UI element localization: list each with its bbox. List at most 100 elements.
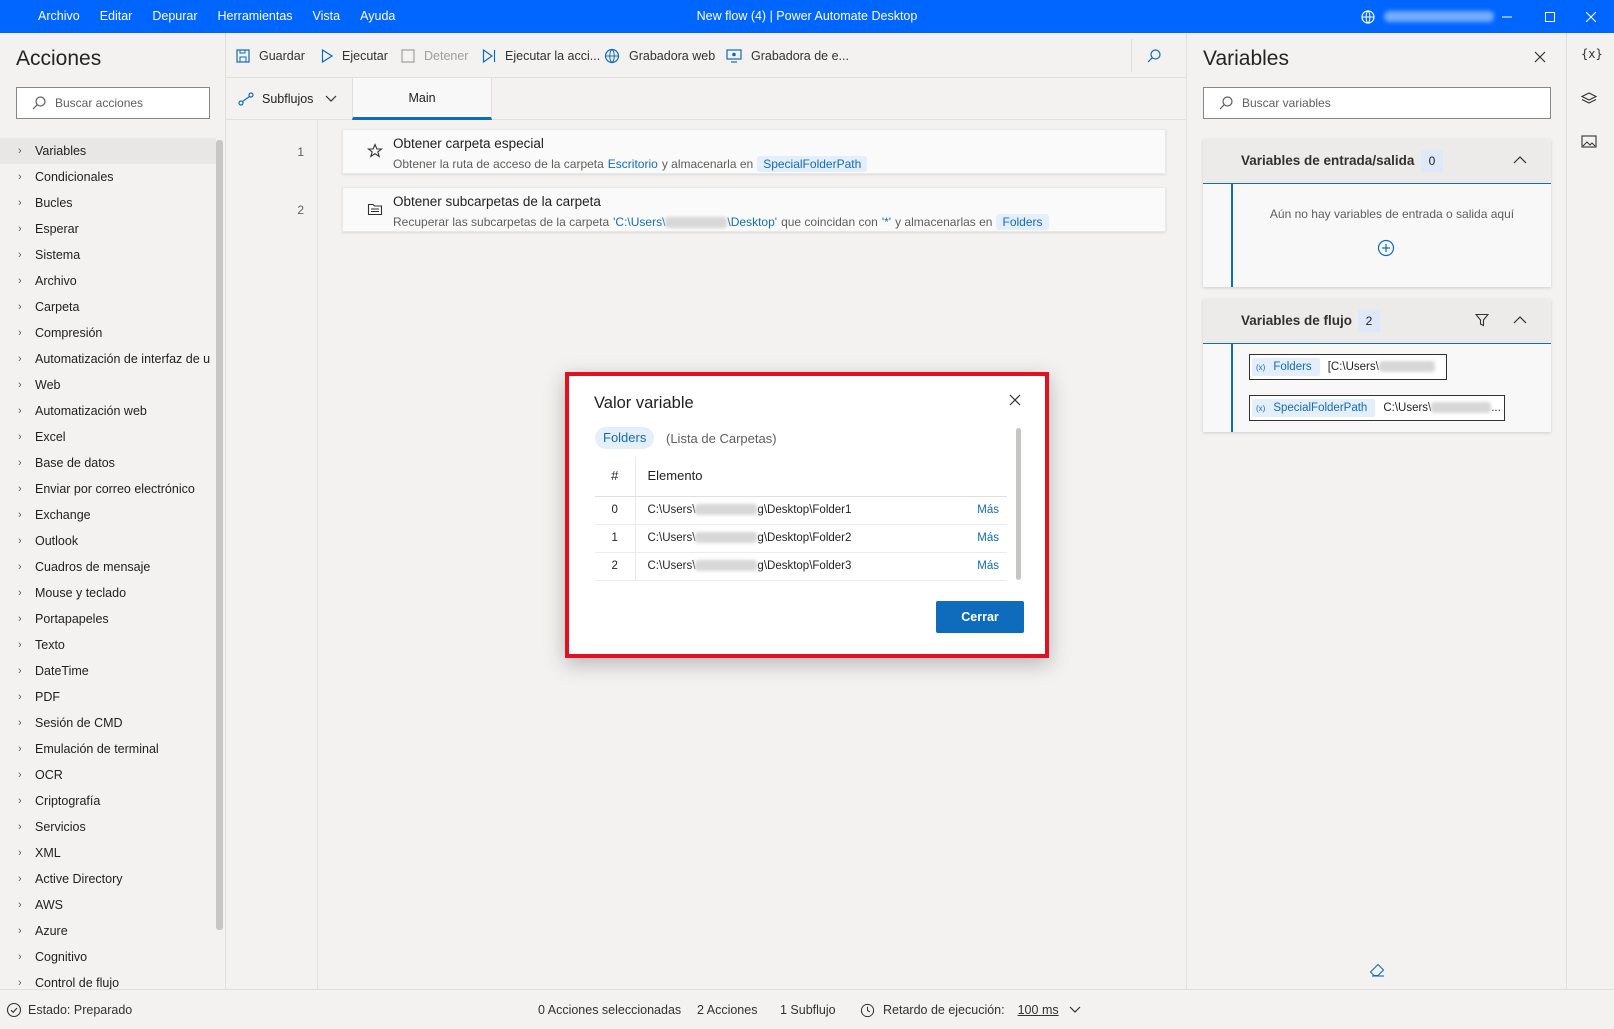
- row-more-link[interactable]: Más: [957, 496, 1007, 525]
- action-group-compresion[interactable]: › Compresión: [0, 320, 216, 346]
- action-group-aws[interactable]: › AWS: [0, 892, 216, 918]
- save-label: Guardar: [259, 48, 305, 63]
- add-circle-icon[interactable]: [1377, 239, 1395, 257]
- action-group-excel[interactable]: › Excel: [0, 424, 216, 450]
- chevron-up-icon[interactable]: [1513, 156, 1527, 164]
- delay-value[interactable]: 100 ms: [1018, 1003, 1059, 1017]
- action-group-active-directory[interactable]: › Active Directory: [0, 866, 216, 892]
- close-icon: [1586, 11, 1596, 22]
- menu-editar[interactable]: Editar: [95, 0, 138, 33]
- chevron-right-icon: ›: [18, 457, 22, 469]
- menu-archivo[interactable]: Archivo: [33, 0, 85, 33]
- action-group-services[interactable]: › Servicios: [0, 814, 216, 840]
- menu-depurar[interactable]: Depurar: [147, 0, 202, 33]
- action-group-variables[interactable]: › Variables: [0, 138, 216, 164]
- status-selected: 0 Acciones seleccionadas: [538, 1003, 682, 1017]
- close-icon[interactable]: [1009, 394, 1021, 406]
- step-text: Recuperar las subcarpetas de la carpeta: [393, 215, 610, 229]
- close-button[interactable]: Cerrar: [936, 601, 1024, 633]
- search-flow-button[interactable]: [1146, 33, 1171, 78]
- action-group-label: Control de flujo: [35, 976, 120, 990]
- tab-main[interactable]: Main: [352, 78, 492, 120]
- flow-variable-specialfolderpath[interactable]: (x) SpecialFolderPath C:\Users\...: [1249, 395, 1505, 421]
- chevron-right-icon: ›: [18, 535, 22, 547]
- close-icon[interactable]: [1534, 51, 1546, 63]
- action-group-email[interactable]: › Enviar por correo electrónico: [0, 476, 216, 502]
- minimize-button[interactable]: [1484, 0, 1530, 33]
- layers-icon[interactable]: [1581, 91, 1597, 107]
- save-button[interactable]: Guardar: [236, 33, 305, 78]
- action-group-ui-automation[interactable]: › Automatización de interfaz de u: [0, 346, 216, 372]
- close-window-button[interactable]: [1568, 0, 1614, 33]
- subflows-dropdown[interactable]: Subflujos: [238, 78, 337, 120]
- maximize-button[interactable]: [1527, 0, 1573, 33]
- filter-icon[interactable]: [1475, 313, 1489, 327]
- flow-variable-folders[interactable]: (x) Folders [C:\Users\: [1249, 354, 1447, 380]
- action-group-label: DateTime: [35, 664, 89, 678]
- step-param-path: 'C:\Users\ \Desktop': [613, 215, 777, 229]
- action-group-cryptography[interactable]: › Criptografía: [0, 788, 216, 814]
- search-icon: [31, 95, 47, 111]
- action-group-label: Esperar: [35, 222, 79, 236]
- action-group-archivo[interactable]: › Archivo: [0, 268, 216, 294]
- table-row: 2 C:\Users\ g\Desktop\Folder3 Más: [595, 552, 1007, 581]
- action-group-carpeta[interactable]: › Carpeta: [0, 294, 216, 320]
- action-group-cognitive[interactable]: › Cognitivo: [0, 944, 216, 970]
- stop-icon: [401, 48, 415, 63]
- stop-button[interactable]: Detener: [401, 33, 468, 78]
- chevron-up-icon[interactable]: [1513, 316, 1527, 324]
- action-group-message-boxes[interactable]: › Cuadros de mensaje: [0, 554, 216, 580]
- action-group-condicionales[interactable]: › Condicionales: [0, 164, 216, 190]
- search-variables-input[interactable]: Buscar variables: [1203, 87, 1551, 119]
- row-more-link[interactable]: Más: [957, 552, 1007, 581]
- row-value-suffix: g\Desktop\Folder1: [757, 504, 852, 516]
- action-group-bucles[interactable]: › Bucles: [0, 190, 216, 216]
- action-group-web-automation[interactable]: › Automatización web: [0, 398, 216, 424]
- chevron-right-icon: ›: [18, 509, 22, 521]
- search-actions-input[interactable]: Buscar acciones: [16, 87, 210, 119]
- run-action-button[interactable]: Ejecutar la acci...: [482, 33, 600, 78]
- action-group-xml[interactable]: › XML: [0, 840, 216, 866]
- status-delay: Retardo de ejecución: 100 ms: [860, 990, 1081, 1029]
- table-header-row: # Elemento: [595, 456, 1007, 497]
- menu-ayuda[interactable]: Ayuda: [355, 0, 400, 33]
- step-description: Recuperar las subcarpetas de la carpeta …: [393, 214, 1053, 230]
- eraser-icon[interactable]: [1369, 963, 1385, 977]
- action-group-terminal[interactable]: › Emulación de terminal: [0, 736, 216, 762]
- search-icon: [1146, 48, 1162, 64]
- images-icon[interactable]: [1581, 135, 1597, 149]
- action-group-esperar[interactable]: › Esperar: [0, 216, 216, 242]
- row-more-link[interactable]: Más: [957, 524, 1007, 553]
- action-group-pdf[interactable]: › PDF: [0, 684, 216, 710]
- action-group-cmd[interactable]: › Sesión de CMD: [0, 710, 216, 736]
- flow-variables-header[interactable]: Variables de flujo 2: [1203, 299, 1551, 344]
- desktop-recorder-button[interactable]: Grabadora de e...: [726, 33, 849, 78]
- actions-scrollbar[interactable]: [216, 140, 223, 930]
- flow-step-get-special-folder[interactable]: Obtener carpeta especial Obtener la ruta…: [342, 129, 1166, 174]
- chevron-right-icon: ›: [18, 977, 22, 989]
- chevron-down-icon[interactable]: [1069, 1006, 1081, 1014]
- chevron-right-icon: ›: [18, 951, 22, 963]
- action-group-database[interactable]: › Base de datos: [0, 450, 216, 476]
- action-group-azure[interactable]: › Azure: [0, 918, 216, 944]
- action-group-exchange[interactable]: › Exchange: [0, 502, 216, 528]
- action-group-outlook[interactable]: › Outlook: [0, 528, 216, 554]
- menu-herramientas[interactable]: Herramientas: [213, 0, 298, 33]
- action-group-web[interactable]: › Web: [0, 372, 216, 398]
- action-group-sistema[interactable]: › Sistema: [0, 242, 216, 268]
- step-title: Obtener subcarpetas de la carpeta: [393, 194, 601, 209]
- action-group-clipboard[interactable]: › Portapapeles: [0, 606, 216, 632]
- menu-vista[interactable]: Vista: [308, 0, 346, 33]
- action-group-datetime[interactable]: › DateTime: [0, 658, 216, 684]
- action-group-text[interactable]: › Texto: [0, 632, 216, 658]
- account-area[interactable]: [1360, 0, 1494, 33]
- dialog-scrollbar[interactable]: [1016, 428, 1021, 580]
- variables-pane-icon[interactable]: {x}: [1581, 47, 1603, 61]
- action-group-label: Bucles: [35, 196, 73, 210]
- web-recorder-button[interactable]: Grabadora web: [604, 33, 715, 78]
- flow-step-get-subfolders[interactable]: Obtener subcarpetas de la carpeta Recupe…: [342, 187, 1166, 232]
- run-button[interactable]: Ejecutar: [321, 33, 388, 78]
- io-variables-header[interactable]: Variables de entrada/salida 0: [1203, 139, 1551, 184]
- action-group-ocr[interactable]: › OCR: [0, 762, 216, 788]
- action-group-mouse-keyboard[interactable]: › Mouse y teclado: [0, 580, 216, 606]
